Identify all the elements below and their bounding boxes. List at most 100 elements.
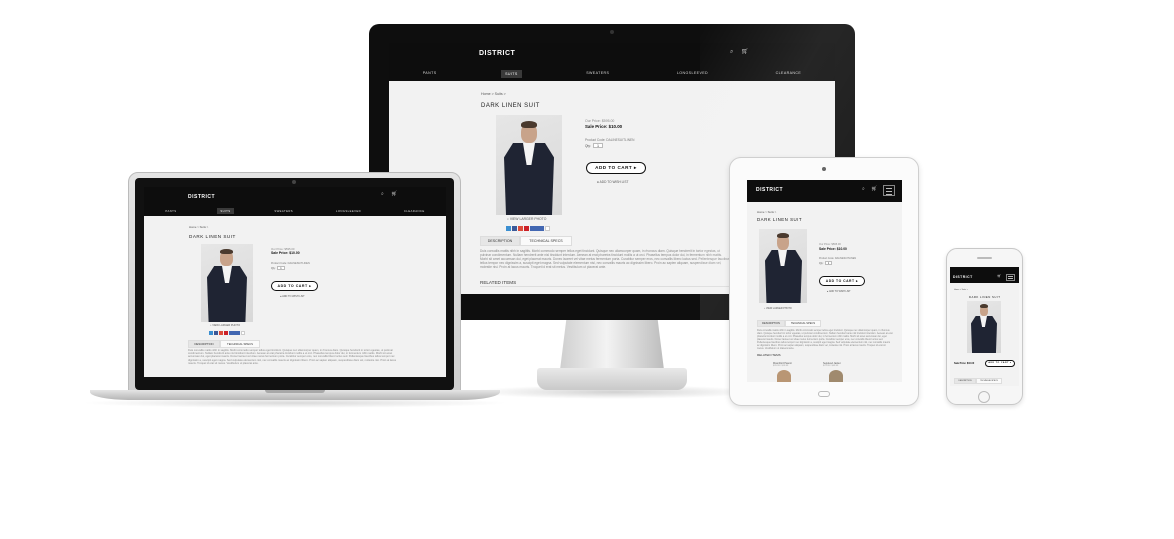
related-items-heading: RELATED ITEMS	[480, 280, 517, 285]
search-icon[interactable]: ⌕	[381, 191, 384, 197]
sale-price: Sale Price: $10.00	[271, 251, 300, 255]
monitor-stand-base	[537, 368, 687, 390]
tablet-home-button[interactable]	[818, 391, 830, 397]
site-logo[interactable]: DISTRICT	[479, 50, 515, 57]
phone-speaker	[977, 257, 992, 259]
nav-item-suits[interactable]: SUITS	[501, 70, 522, 78]
googleplus-icon[interactable]	[219, 331, 223, 335]
nav-item-clearance[interactable]: CLEARANCE	[773, 70, 805, 78]
facebook-icon[interactable]	[512, 226, 517, 231]
tab-technical-specs[interactable]: TECHNICAL SPECS	[976, 378, 1002, 384]
product-code: Product Code: DALINESUITLINEN	[585, 138, 635, 142]
pinterest-icon[interactable]	[224, 331, 228, 335]
tab-description[interactable]: DESCRIPTION	[188, 340, 220, 348]
phone-screen: DISTRICT 🛒︎ Home > Suits > DARK LINEN SU…	[950, 267, 1019, 386]
nav-item-clearance[interactable]: CLEARANCE	[402, 208, 427, 214]
phone-home-button[interactable]	[978, 391, 990, 403]
product-tabs: DESCRIPTION TECHNICAL SPECS	[757, 320, 821, 327]
search-icon[interactable]: ⌕	[862, 186, 865, 192]
view-larger-link[interactable]: ⌕ VIEW LARGER PHOTO	[507, 217, 546, 221]
view-larger-link[interactable]: ⌕ VIEW LARGER PHOTO	[210, 324, 240, 327]
add-to-cart-button[interactable]: ADD TO CART ▸	[271, 281, 318, 291]
product-description: Duis convallis mattis nibh in sagittis. …	[480, 249, 730, 269]
site-logo[interactable]: DISTRICT	[188, 194, 215, 200]
tab-technical-specs[interactable]: TECHNICAL SPECS	[220, 340, 260, 348]
tab-description[interactable]: DESCRIPTION	[480, 236, 520, 246]
arrow-icon: ▸	[856, 279, 859, 283]
qty-input[interactable]: 1	[593, 143, 603, 148]
cart-icon[interactable]: 🛒︎	[741, 48, 749, 55]
product-tabs: DESCRIPTION TECHNICAL SPECS	[954, 378, 1002, 384]
page-title: DARK LINEN SUIT	[481, 103, 540, 109]
add-to-cart-button[interactable]: ADD TO CART ▸	[819, 276, 865, 286]
product-code: Product Code: DALINESUITLINEN	[271, 262, 310, 265]
like-button[interactable]	[530, 226, 544, 231]
search-icon[interactable]: ⌕	[730, 49, 733, 56]
wishlist-link[interactable]: ● ADD TO WISH LIST	[827, 290, 851, 293]
cart-icon[interactable]: 🛒︎	[871, 186, 877, 192]
page-title: DARK LINEN SUIT	[189, 234, 236, 239]
qty-input[interactable]: 1	[277, 266, 285, 270]
product-tabs: DESCRIPTION TECHNICAL SPECS	[188, 340, 260, 348]
qty-label: Qty:	[819, 262, 824, 265]
breadcrumb[interactable]: Home > Suits >	[954, 289, 968, 291]
site-logo[interactable]: DISTRICT	[953, 275, 973, 279]
breadcrumb[interactable]: Home > Suits >	[481, 92, 506, 96]
main-nav: PANTS SUITS SWEATERS LONGSLEEVED CLEARAN…	[389, 70, 835, 78]
view-larger-link[interactable]: ⌕ VIEW LARGER PHOTO	[764, 307, 792, 310]
nav-item-pants[interactable]: PANTS	[420, 70, 440, 78]
product-description: Duis convallis mattis nibh in sagittis. …	[188, 349, 397, 365]
cart-icon[interactable]: 🛒︎	[997, 274, 1001, 278]
share-count	[241, 331, 245, 335]
twitter-icon[interactable]	[506, 226, 511, 231]
product-tabs: DESCRIPTION TECHNICAL SPECS	[480, 236, 572, 246]
nav-item-sweaters[interactable]: SWEATERS	[583, 70, 612, 78]
laptop-notch	[265, 390, 325, 393]
breadcrumb[interactable]: Home > Suits >	[757, 210, 776, 214]
tab-description[interactable]: DESCRIPTION	[757, 320, 785, 327]
site-header: DISTRICT ⌕ 🛒︎ PANTS SUITS SWEATERS LONGS…	[144, 187, 446, 216]
product-photo[interactable]	[967, 301, 1001, 353]
site-header: DISTRICT ⌕ 🛒︎ PANTS SUITS SWEATERS LONGS…	[389, 43, 835, 81]
qty-input[interactable]: 1	[825, 261, 832, 265]
nav-item-pants[interactable]: PANTS	[163, 208, 178, 214]
twitter-icon[interactable]	[209, 331, 213, 335]
laptop-camera	[292, 180, 296, 184]
arrow-icon: ▸	[634, 165, 637, 170]
related-item-price: $29.99 / $19.99	[773, 365, 789, 367]
tab-technical-specs[interactable]: TECHNICAL SPECS	[785, 320, 821, 327]
monitor-camera	[610, 30, 614, 34]
qty-label: Qty:	[585, 144, 591, 148]
product-photo[interactable]	[201, 244, 253, 322]
pinterest-icon[interactable]	[524, 226, 529, 231]
product-photo[interactable]	[496, 115, 562, 215]
facebook-icon[interactable]	[214, 331, 218, 335]
social-share-bar	[209, 331, 245, 335]
breadcrumb[interactable]: Home > Suits >	[189, 225, 208, 229]
related-item-thumb[interactable]	[829, 370, 843, 382]
like-button[interactable]	[229, 331, 240, 335]
share-count	[545, 226, 550, 231]
laptop-screen: DISTRICT ⌕ 🛒︎ PANTS SUITS SWEATERS LONGS…	[144, 187, 446, 377]
menu-icon[interactable]	[883, 185, 895, 196]
related-item-thumb[interactable]	[777, 370, 791, 382]
menu-icon[interactable]	[1006, 274, 1015, 281]
social-share-bar	[506, 226, 550, 231]
product-photo[interactable]	[759, 229, 807, 303]
wishlist-link[interactable]: ● ADD TO WISH LIST	[597, 180, 628, 184]
nav-item-suits[interactable]: SUITS	[217, 208, 234, 214]
tab-technical-specs[interactable]: TECHNICAL SPECS	[520, 236, 572, 246]
sale-price: Sale Price: $10.00	[954, 362, 975, 365]
nav-item-sweaters[interactable]: SWEATERS	[272, 208, 295, 214]
site-logo[interactable]: DISTRICT	[756, 187, 783, 193]
add-to-cart-button[interactable]: ADD TO CART ▸	[586, 162, 646, 174]
add-to-cart-button[interactable]: ADD TO CART ▸	[985, 360, 1015, 367]
main-nav: PANTS SUITS SWEATERS LONGSLEEVED CLEARAN…	[144, 208, 446, 214]
wishlist-link[interactable]: ● ADD TO WISH LIST	[280, 295, 305, 298]
googleplus-icon[interactable]	[518, 226, 523, 231]
nav-item-longsleeved[interactable]: LONGSLEEVED	[334, 208, 363, 214]
page-title: DARK LINEN SUIT	[969, 295, 1001, 299]
nav-item-longsleeved[interactable]: LONGSLEEVED	[674, 70, 711, 78]
cart-icon[interactable]: 🛒︎	[391, 191, 397, 197]
tab-description[interactable]: DESCRIPTION	[954, 378, 976, 384]
